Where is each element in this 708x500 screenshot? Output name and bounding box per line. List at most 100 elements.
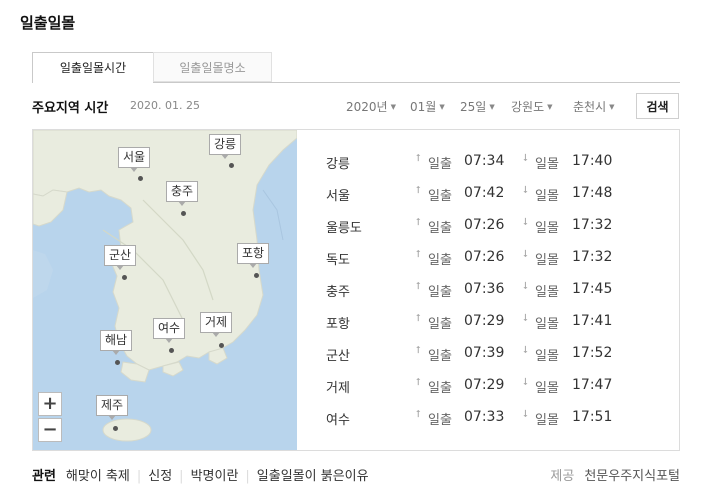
year-select[interactable]: 2020년 ▼ — [346, 98, 396, 115]
sunset-arrow-icon: ⭣ — [523, 153, 528, 164]
city-name: 서울 — [326, 189, 350, 204]
map-marker-gangneung[interactable] — [229, 163, 234, 168]
sunset-label: 일몰 — [535, 221, 559, 236]
province-select[interactable]: 강원도 ▼ — [511, 98, 553, 115]
sunset-label: 일몰 — [535, 285, 559, 300]
sunset-label: 일몰 — [535, 189, 559, 204]
map-marker-yeosu[interactable] — [169, 348, 174, 353]
related-link-festival[interactable]: 해맞이 축제 — [66, 469, 130, 484]
sunset-time: 17:51 — [572, 409, 613, 425]
map-label-jeju[interactable]: 제주 — [96, 395, 129, 420]
sunset-time: 17:48 — [572, 185, 613, 201]
sunset-time: 17:32 — [572, 217, 613, 233]
city-select[interactable]: 춘천시 ▼ — [573, 98, 615, 115]
day-select-value: 25일 — [460, 100, 487, 114]
sunset-time: 17:52 — [572, 345, 613, 361]
sunrise-arrow-icon: ⭡ — [416, 249, 421, 260]
provider-link[interactable]: 천문우주지식포털 — [584, 469, 680, 484]
map-label-pohang[interactable]: 포항 — [237, 243, 270, 268]
provider-label: 제공 — [550, 469, 575, 484]
map-label-geoje[interactable]: 거제 — [200, 312, 233, 337]
sunrise-time: 07:34 — [464, 153, 505, 169]
search-button[interactable]: 검색 — [636, 93, 679, 119]
divider: | — [245, 469, 250, 484]
active-tab-gap — [33, 82, 153, 83]
day-select[interactable]: 25일 ▼ — [460, 98, 495, 115]
sunrise-label: 일출 — [428, 317, 452, 332]
sunrise-label: 일출 — [428, 285, 452, 300]
chevron-down-icon: ▼ — [609, 103, 615, 111]
sunset-time: 17:45 — [572, 281, 613, 297]
sunset-label: 일몰 — [535, 253, 559, 268]
sunrise-time: 07:42 — [464, 185, 505, 201]
map-label-haenam[interactable]: 해남 — [100, 330, 133, 355]
map-land-shapes — [33, 130, 297, 442]
city-name: 거제 — [326, 381, 350, 396]
sunrise-arrow-icon: ⭡ — [416, 313, 421, 324]
korea-map[interactable]: 강릉 서울 충주 군산 포항 여수 거제 해남 제주 — [33, 130, 297, 450]
section-title: 주요지역 시간 — [32, 101, 109, 116]
list-item: 울릉도 ⭡ 일출 07:26 ⭣ 일몰 17:32 — [326, 217, 676, 249]
sunrise-time: 07:26 — [464, 217, 505, 233]
sunrise-time: 07:26 — [464, 249, 505, 265]
list-item: 거제 ⭡ 일출 07:29 ⭣ 일몰 17:47 — [326, 377, 676, 409]
sunset-arrow-icon: ⭣ — [523, 377, 528, 388]
sunrise-arrow-icon: ⭡ — [416, 281, 421, 292]
sunrise-label: 일출 — [428, 157, 452, 172]
related-link-red-reason[interactable]: 일출일몰이 붉은이유 — [257, 469, 369, 484]
list-item: 포항 ⭡ 일출 07:29 ⭣ 일몰 17:41 — [326, 313, 676, 345]
zoom-in-button[interactable]: + — [38, 392, 62, 416]
zoom-out-button[interactable]: − — [38, 418, 62, 442]
list-item: 충주 ⭡ 일출 07:36 ⭣ 일몰 17:45 — [326, 281, 676, 313]
sunrise-time: 07:33 — [464, 409, 505, 425]
sunrise-time: 07:29 — [464, 377, 505, 393]
map-label-gangneung[interactable]: 강릉 — [209, 134, 242, 159]
list-item: 강릉 ⭡ 일출 07:34 ⭣ 일몰 17:40 — [326, 153, 676, 185]
city-name: 울릉도 — [326, 221, 362, 236]
map-marker-chungju[interactable] — [181, 211, 186, 216]
month-select-value: 01월 — [410, 100, 437, 114]
city-name: 충주 — [326, 285, 350, 300]
sunset-time: 17:40 — [572, 153, 613, 169]
map-marker-haenam[interactable] — [115, 360, 120, 365]
map-marker-geoje[interactable] — [219, 343, 224, 348]
related-links: 관련 해맞이 축제 | 신정 | 박명이란 | 일출일몰이 붉은이유 — [32, 465, 369, 484]
map-label-chungju[interactable]: 충주 — [166, 181, 199, 206]
divider: | — [136, 469, 142, 484]
sunset-arrow-icon: ⭣ — [523, 409, 528, 420]
sunrise-arrow-icon: ⭡ — [416, 409, 421, 420]
tab-sunrise-sunset-time[interactable]: 일출일몰시간 — [32, 52, 154, 82]
map-marker-seoul[interactable] — [138, 176, 143, 181]
divider: | — [179, 469, 184, 484]
sunset-arrow-icon: ⭣ — [523, 249, 528, 260]
sunrise-time: 07:36 — [464, 281, 505, 297]
sunrise-arrow-icon: ⭡ — [416, 377, 421, 388]
chevron-down-icon: ▼ — [547, 103, 553, 111]
chevron-down-icon: ▼ — [439, 103, 445, 111]
list-item: 군산 ⭡ 일출 07:39 ⭣ 일몰 17:52 — [326, 345, 676, 377]
map-marker-gunsan[interactable] — [122, 275, 127, 280]
sunrise-time: 07:29 — [464, 313, 505, 329]
year-select-value: 2020년 — [346, 100, 388, 114]
sunset-time: 17:47 — [572, 377, 613, 393]
map-marker-jeju[interactable] — [113, 426, 118, 431]
sunrise-arrow-icon: ⭡ — [416, 153, 421, 164]
map-label-yeosu[interactable]: 여수 — [153, 318, 186, 343]
sunset-arrow-icon: ⭣ — [523, 281, 528, 292]
page-title: 일출일몰 — [20, 14, 76, 32]
map-label-gunsan[interactable]: 군산 — [104, 245, 137, 270]
sunset-label: 일몰 — [535, 413, 559, 428]
sunset-label: 일몰 — [535, 381, 559, 396]
province-select-value: 강원도 — [511, 100, 545, 114]
city-name: 독도 — [326, 253, 350, 268]
month-select[interactable]: 01월 ▼ — [410, 98, 445, 115]
sunset-label: 일몰 — [535, 349, 559, 364]
city-name: 군산 — [326, 349, 350, 364]
list-item: 여수 ⭡ 일출 07:33 ⭣ 일몰 17:51 — [326, 409, 676, 441]
related-link-twilight[interactable]: 박명이란 — [191, 469, 239, 484]
tab-sunrise-sunset-spots[interactable]: 일출일몰명소 — [153, 52, 272, 82]
map-label-seoul[interactable]: 서울 — [118, 147, 151, 172]
map-marker-pohang[interactable] — [254, 273, 259, 278]
related-link-new-year[interactable]: 신정 — [148, 469, 172, 484]
sunset-arrow-icon: ⭣ — [523, 313, 528, 324]
